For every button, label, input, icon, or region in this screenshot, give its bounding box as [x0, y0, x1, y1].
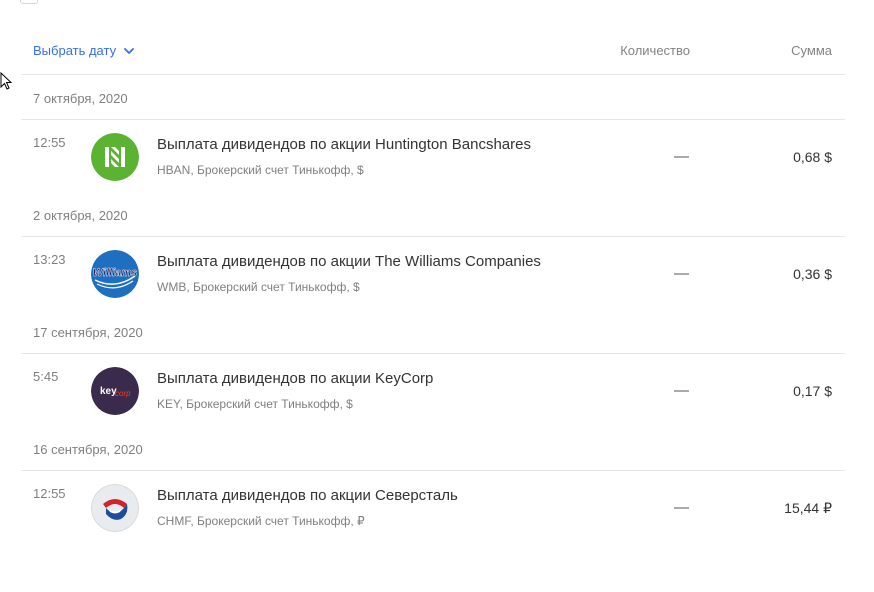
date-group-header: 17 сентября, 2020 — [21, 309, 845, 354]
quantity-column-header: Количество — [620, 43, 690, 58]
date-picker-label: Выбрать дату — [33, 43, 117, 58]
operation-row[interactable]: 12:55 Выплата дивидендов по акции Huntin… — [21, 120, 845, 192]
operation-quantity: — — [674, 148, 689, 165]
operation-time: 13:23 — [33, 252, 66, 267]
operation-row[interactable]: 12:55 Выплата дивидендов по акции Северс… — [21, 471, 845, 543]
operation-subtitle: CHMF, Брокерский счет Тинькофф, ₽ — [157, 514, 365, 528]
operation-row[interactable]: 13:23 Williams Выплата дивидендов по акц… — [21, 237, 845, 309]
operation-subtitle: HBAN, Брокерский счет Тинькофф, $ — [157, 163, 364, 177]
operation-title: Выплата дивидендов по акции The Williams… — [157, 253, 541, 270]
severstal-logo-icon — [91, 484, 139, 532]
keycorp-logo-icon: key corp — [91, 367, 139, 415]
date-group-header: 2 октября, 2020 — [21, 192, 845, 237]
williams-logo-text: Williams — [93, 267, 138, 279]
operation-title: Выплата дивидендов по акции Северсталь — [157, 487, 458, 504]
operation-time: 12:55 — [33, 135, 66, 150]
keycorp-logo-text-corp: corp — [115, 389, 131, 398]
date-picker-button[interactable]: Выбрать дату — [33, 43, 135, 58]
operation-row[interactable]: 5:45 key corp Выплата дивидендов по акци… — [21, 354, 845, 426]
sum-column-header: Сумма — [791, 43, 832, 58]
operation-sum: 0,17 $ — [793, 383, 832, 399]
williams-logo-icon: Williams — [91, 250, 139, 298]
operation-subtitle: KEY, Брокерский счет Тинькофф, $ — [157, 397, 353, 411]
operation-quantity: — — [674, 382, 689, 399]
chevron-down-icon — [124, 47, 135, 54]
date-group-header: 7 октября, 2020 — [21, 75, 845, 120]
operation-title: Выплата дивидендов по акции KeyCorp — [157, 370, 434, 387]
list-header: Выбрать дату Количество Сумма — [21, 0, 845, 75]
operations-list: Выбрать дату Количество Сумма 7 октября,… — [21, 0, 845, 543]
operation-sum: 0,36 $ — [793, 266, 832, 282]
date-group-header: 16 сентября, 2020 — [21, 426, 845, 471]
operation-subtitle: WMB, Брокерский счет Тинькофф, $ — [157, 280, 360, 294]
operation-title: Выплата дивидендов по акции Huntington B… — [157, 136, 531, 153]
huntington-logo-icon — [91, 133, 139, 181]
operation-time: 12:55 — [33, 486, 66, 501]
operation-sum: 0,68 $ — [793, 149, 832, 165]
operation-time: 5:45 — [33, 369, 59, 384]
mouse-cursor-icon — [0, 72, 12, 90]
operation-sum: 15,44 ₽ — [784, 500, 832, 516]
operation-quantity: — — [674, 499, 689, 516]
operation-quantity: — — [674, 265, 689, 282]
